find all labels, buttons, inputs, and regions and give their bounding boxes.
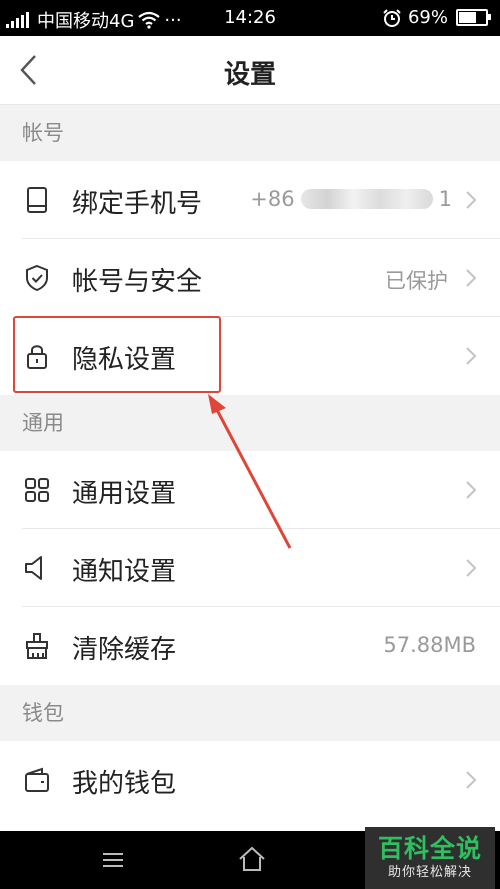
chevron-right-icon <box>466 269 477 287</box>
broom-icon <box>26 633 48 659</box>
row-label: 我的钱包 <box>72 769 177 799</box>
page-title: 设置 <box>223 60 276 90</box>
title-bar: 设置 <box>0 36 500 105</box>
row-my-wallet[interactable]: 我的钱包 <box>0 741 500 831</box>
alarm-icon <box>383 8 401 27</box>
row-label: 通知设置 <box>72 557 177 587</box>
chevron-right-icon <box>466 347 477 365</box>
phone-prefix: +86 <box>250 187 295 211</box>
chevron-right-icon <box>466 191 477 209</box>
phone-icon <box>27 187 47 213</box>
chevron-right-icon <box>466 559 477 577</box>
row-label: 绑定手机号 <box>72 189 203 219</box>
row-bind-phone[interactable]: 绑定手机号 +86 1 <box>0 161 500 239</box>
battery-icon <box>456 9 491 26</box>
section-header-account: 帐号 <box>0 105 500 161</box>
row-general-settings[interactable]: 通用设置 <box>0 451 500 529</box>
wallet-icon <box>25 767 49 792</box>
menu-icon[interactable] <box>98 845 128 875</box>
row-label: 清除缓存 <box>72 635 177 665</box>
status-right: 69% <box>382 7 491 28</box>
row-value: 57.88MB <box>383 633 476 657</box>
row-label: 帐号与安全 <box>72 267 203 297</box>
phone-suffix: 1 <box>438 187 452 211</box>
annotation-highlight-box <box>13 316 221 393</box>
row-clear-cache[interactable]: 清除缓存 57.88MB <box>0 607 500 685</box>
battery-level <box>459 12 476 23</box>
battery-percent: 69% <box>407 7 448 28</box>
grid-icon <box>25 478 49 502</box>
row-account-security[interactable]: 帐号与安全 已保护 <box>0 239 500 317</box>
section-header-wallet: 钱包 <box>0 685 500 741</box>
blurred-number <box>300 189 433 209</box>
section-header-general: 通用 <box>0 395 500 451</box>
watermark: 百科全说 助你轻松解决 <box>365 827 495 889</box>
phone-value: +86 1 <box>250 187 452 211</box>
row-value: 已保护 <box>385 269 448 293</box>
row-label: 通用设置 <box>72 479 177 509</box>
row-notification-settings[interactable]: 通知设置 <box>0 529 500 607</box>
status-bar: 中国移动4G ··· 14:26 69% <box>0 0 500 36</box>
home-icon[interactable] <box>236 843 268 875</box>
watermark-title: 百科全说 <box>377 834 482 863</box>
shield-icon <box>26 264 48 292</box>
watermark-subtitle: 助你轻松解决 <box>387 865 472 880</box>
chevron-right-icon <box>466 771 477 789</box>
speaker-icon <box>25 556 42 580</box>
chevron-right-icon <box>466 481 477 499</box>
